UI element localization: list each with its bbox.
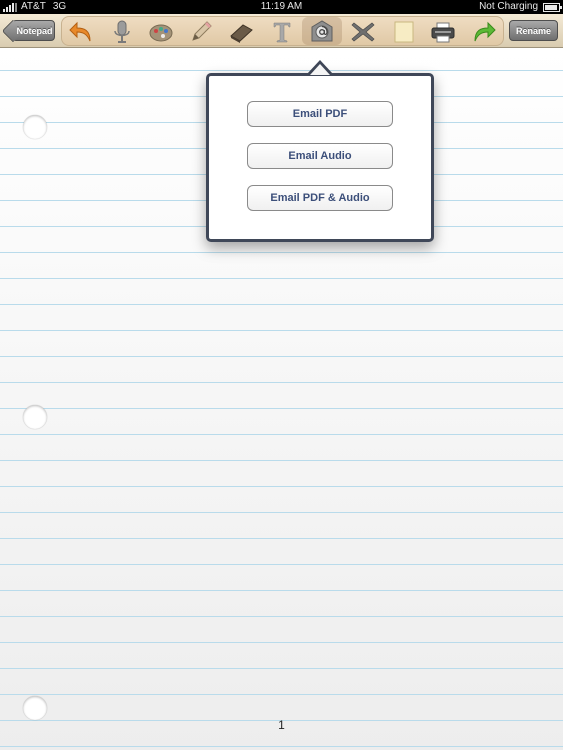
toolbar: Notepad Rename xyxy=(0,14,563,48)
battery-status-text: Not Charging xyxy=(479,1,538,12)
email-audio-button[interactable]: Email Audio xyxy=(247,143,393,169)
email-icon xyxy=(311,20,333,42)
notepad-back-label: Notepad xyxy=(16,26,53,36)
printer-icon xyxy=(431,22,455,43)
sticky-note-button[interactable] xyxy=(391,20,417,44)
print-button[interactable] xyxy=(430,20,456,44)
delete-button[interactable] xyxy=(350,20,376,44)
palette-button[interactable] xyxy=(148,20,174,44)
email-button[interactable] xyxy=(309,18,335,44)
email-pdf-and-audio-button[interactable]: Email PDF & Audio xyxy=(247,185,393,211)
popover-arrow-fill xyxy=(310,64,330,75)
pencil-icon xyxy=(192,21,212,41)
redo-button[interactable] xyxy=(471,20,497,44)
delete-icon xyxy=(351,22,375,42)
email-pdf-button[interactable]: Email PDF xyxy=(247,101,393,127)
binder-hole-top xyxy=(23,115,47,139)
microphone-icon xyxy=(114,20,130,43)
redo-icon xyxy=(474,21,496,42)
eraser-icon xyxy=(230,24,253,43)
email-popover: Email PDF Email Audio Email PDF & Audio xyxy=(206,73,434,242)
binder-hole-middle xyxy=(23,405,47,429)
binder-hole-bottom xyxy=(23,696,47,720)
sticky-note-icon xyxy=(394,21,414,43)
screen: AT&T 3G 11:19 AM Not Charging Notepad Re… xyxy=(0,0,563,750)
page-number: 1 xyxy=(278,718,285,732)
pencil-button[interactable] xyxy=(189,20,215,44)
text-button[interactable] xyxy=(269,20,295,44)
text-icon xyxy=(273,22,291,43)
eraser-button[interactable] xyxy=(228,20,254,44)
palette-icon xyxy=(149,24,173,42)
rename-button[interactable]: Rename xyxy=(509,20,558,41)
status-bar: AT&T 3G 11:19 AM Not Charging xyxy=(0,0,563,14)
notepad-back-button[interactable]: Notepad xyxy=(1,19,55,43)
tool-strip xyxy=(61,16,504,46)
battery-icon xyxy=(543,2,562,12)
microphone-button[interactable] xyxy=(109,20,135,44)
status-right: Not Charging xyxy=(479,0,562,14)
undo-icon xyxy=(69,21,91,42)
undo-button[interactable] xyxy=(68,20,94,44)
